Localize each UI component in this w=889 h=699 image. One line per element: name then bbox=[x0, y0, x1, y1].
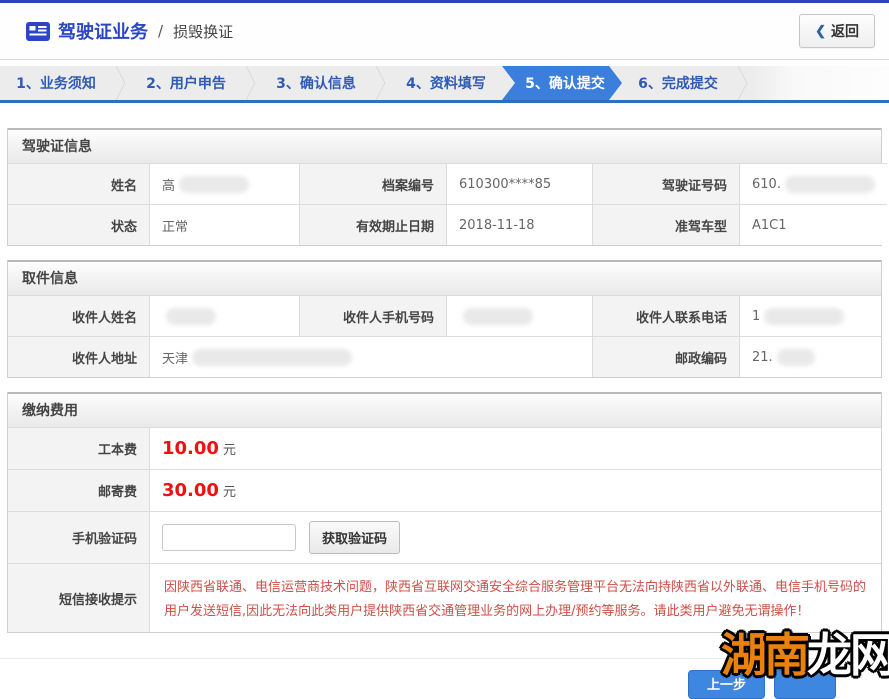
vehicle-class-label: 准驾车型 bbox=[592, 204, 739, 245]
recipient-mobile-label: 收件人手机号码 bbox=[299, 295, 446, 336]
fees-section: 缴纳费用 工本费 10.00元 邮寄费 30.00元 手机验证码 获取验证码 短… bbox=[7, 392, 882, 633]
recipient-name-label: 收件人姓名 bbox=[8, 295, 149, 336]
postage-fee-value: 30.00元 bbox=[149, 469, 881, 511]
back-button-label: 返回 bbox=[831, 21, 859, 41]
step-separator bbox=[112, 66, 130, 100]
postcode-value: 21. bbox=[739, 336, 881, 377]
recipient-mobile-value bbox=[446, 295, 592, 336]
production-fee-label: 工本费 bbox=[8, 427, 149, 469]
step-bar-filler bbox=[752, 66, 889, 100]
previous-step-button[interactable]: 上一步 bbox=[688, 670, 765, 699]
production-fee-unit: 元 bbox=[223, 439, 236, 458]
sms-code-input[interactable] bbox=[162, 524, 296, 551]
file-no-value: 610300****85 bbox=[446, 163, 592, 204]
step-4-fill-info[interactable]: 4、资料填写 bbox=[390, 66, 502, 100]
fees-section-title: 缴纳费用 bbox=[8, 392, 881, 427]
expiry-label: 有效期止日期 bbox=[299, 204, 446, 245]
license-no-value: 610. bbox=[739, 163, 887, 204]
redaction-blur bbox=[179, 176, 249, 193]
license-no-label: 驾驶证号码 bbox=[592, 163, 739, 204]
status-label: 状态 bbox=[8, 204, 149, 245]
page-title: 损毁换证 bbox=[173, 21, 233, 42]
address-value: 天津 bbox=[149, 336, 592, 377]
step-1-business-notice[interactable]: 1、业务须知 bbox=[0, 66, 112, 100]
pickup-section-title: 取件信息 bbox=[8, 260, 881, 295]
step-separator bbox=[734, 66, 752, 100]
production-fee-value: 10.00元 bbox=[149, 427, 881, 469]
postage-fee-amount: 30.00 bbox=[162, 480, 219, 501]
license-section-title: 驾驶证信息 bbox=[8, 128, 881, 163]
expiry-value: 2018-11-18 bbox=[446, 204, 592, 245]
step-label: 6、完成提交 bbox=[638, 73, 718, 93]
recipient-phone-label: 收件人联系电话 bbox=[592, 295, 739, 336]
production-fee-amount: 10.00 bbox=[162, 438, 219, 459]
redaction-blur bbox=[166, 308, 216, 325]
header: 驾驶证业务 / 损毁换证 ❮ 返回 bbox=[0, 3, 889, 60]
step-3-confirm-info[interactable]: 3、确认信息 bbox=[260, 66, 372, 100]
step-label: 4、资料填写 bbox=[406, 73, 486, 93]
obscured-submit-button[interactable] bbox=[774, 670, 836, 699]
back-button[interactable]: ❮ 返回 bbox=[799, 14, 875, 48]
vehicle-class-value: A1C1 bbox=[739, 204, 887, 245]
app-title: 驾驶证业务 bbox=[58, 18, 148, 44]
step-separator bbox=[242, 66, 260, 100]
redaction-blur bbox=[785, 176, 875, 193]
page: 驾驶证业务 / 损毁换证 ❮ 返回 1、业务须知 2、用户申告 3、确认信息 4… bbox=[0, 0, 889, 683]
step-6-complete-submit[interactable]: 6、完成提交 bbox=[622, 66, 734, 100]
recipient-phone-value: 1 bbox=[739, 295, 881, 336]
step-progress-bar: 1、业务须知 2、用户申告 3、确认信息 4、资料填写 5、确认提交 6、完成提… bbox=[0, 66, 889, 100]
pickup-info-table: 收件人姓名 收件人手机号码 收件人联系电话 1 收件人地址 天津 邮政编码 21… bbox=[8, 295, 881, 377]
step-bar-underline bbox=[0, 100, 889, 103]
sms-code-row: 获取验证码 bbox=[149, 511, 881, 563]
pickup-info-section: 取件信息 收件人姓名 收件人手机号码 收件人联系电话 1 收件人地址 天津 邮政… bbox=[7, 260, 882, 378]
file-no-label: 档案编号 bbox=[299, 163, 446, 204]
license-info-table: 姓名 高 档案编号 610300****85 驾驶证号码 610. 状态 正常 … bbox=[8, 163, 881, 245]
step-label: 3、确认信息 bbox=[276, 73, 356, 93]
step-label: 2、用户申告 bbox=[146, 73, 226, 93]
sms-notice-text: 因陕西省联通、电信运营商技术问题，陕西省互联网交通安全综合服务管理平台无法向持陕… bbox=[149, 563, 881, 632]
redaction-blur bbox=[777, 349, 815, 366]
status-value: 正常 bbox=[149, 204, 299, 245]
postcode-label: 邮政编码 bbox=[592, 336, 739, 377]
step-separator bbox=[372, 66, 390, 100]
sms-notice-label: 短信接收提示 bbox=[8, 563, 149, 632]
step-label: 5、确认提交 bbox=[525, 73, 605, 93]
name-label: 姓名 bbox=[8, 163, 149, 204]
step-label: 1、业务须知 bbox=[16, 73, 96, 93]
license-card-icon bbox=[26, 22, 50, 41]
breadcrumb-separator: / bbox=[158, 22, 163, 40]
step-2-user-declaration[interactable]: 2、用户申告 bbox=[130, 66, 242, 100]
redaction-blur bbox=[764, 308, 844, 325]
sms-code-label: 手机验证码 bbox=[8, 511, 149, 563]
postage-fee-label: 邮寄费 bbox=[8, 469, 149, 511]
redaction-blur bbox=[463, 308, 533, 325]
fees-table: 工本费 10.00元 邮寄费 30.00元 手机验证码 获取验证码 短信接收提示… bbox=[8, 427, 881, 632]
back-chevron-icon: ❮ bbox=[815, 23, 826, 39]
postage-fee-unit: 元 bbox=[223, 481, 236, 500]
step-5-confirm-submit-active[interactable]: 5、确认提交 bbox=[502, 66, 622, 100]
recipient-name-value bbox=[149, 295, 299, 336]
license-info-section: 驾驶证信息 姓名 高 档案编号 610300****85 驾驶证号码 610. … bbox=[7, 128, 882, 246]
breadcrumb: 驾驶证业务 / 损毁换证 bbox=[26, 18, 233, 44]
address-label: 收件人地址 bbox=[8, 336, 149, 377]
name-value: 高 bbox=[149, 163, 299, 204]
footer-actions: 上一步 bbox=[0, 658, 889, 699]
get-code-button[interactable]: 获取验证码 bbox=[309, 521, 400, 554]
redaction-blur bbox=[192, 349, 352, 366]
